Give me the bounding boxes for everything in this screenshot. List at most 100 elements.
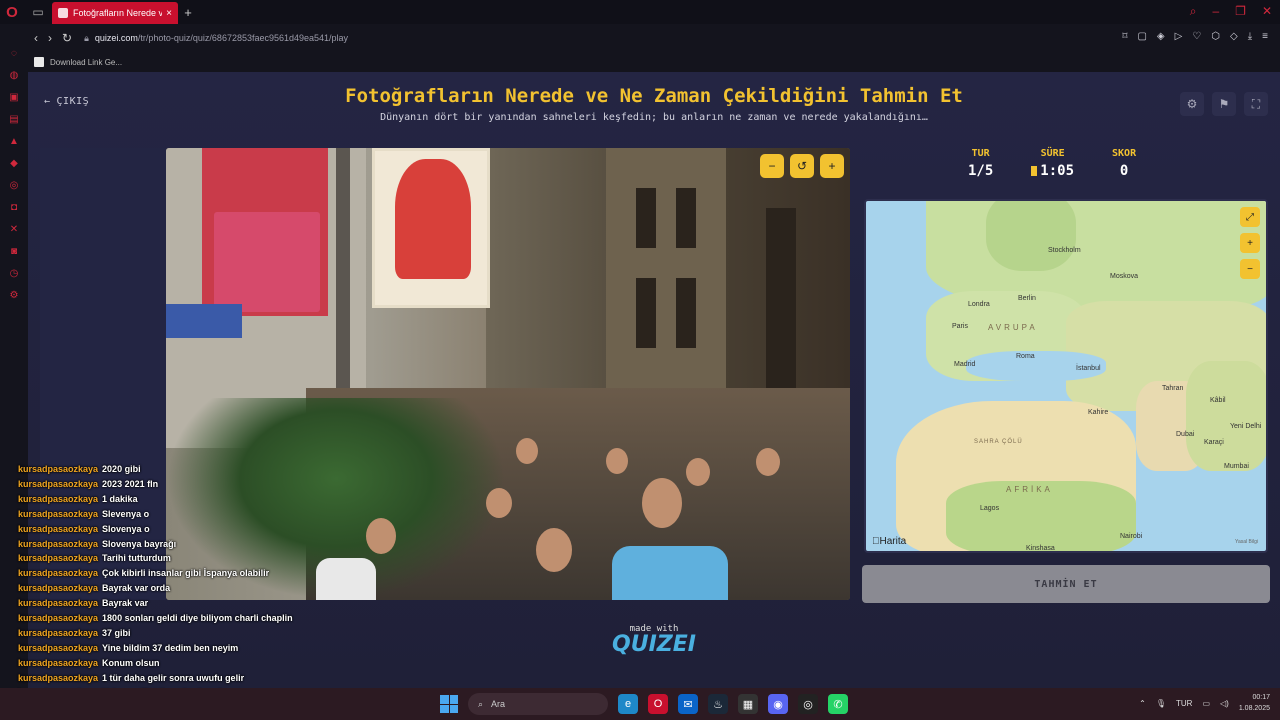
tab-menu-icon[interactable]: ▭	[24, 0, 52, 24]
chat-text: 1 tür daha gelir sonra uwufu gelir	[102, 672, 245, 683]
chat-message: kursadpasaozkaya 1 dakika	[18, 492, 318, 507]
chat-text: 37 gibi	[102, 627, 131, 638]
zoom-out-map-icon[interactable]: −	[1240, 259, 1260, 279]
network-icon[interactable]: ▭	[1202, 699, 1210, 708]
bookmark-icon[interactable]: ⌑	[1122, 31, 1127, 42]
chat-message: kursadpasaozkaya 2023 2021 fln	[18, 477, 318, 492]
score-label: SKOR	[1112, 148, 1137, 159]
settings-icon[interactable]: ⚙	[1180, 92, 1204, 116]
zoom-in-photo-icon[interactable]: +	[820, 154, 844, 178]
zoom-out-photo-icon[interactable]: −	[760, 154, 784, 178]
edge-app-icon[interactable]: e	[618, 694, 638, 714]
map-attribution: Harita	[872, 536, 906, 547]
clock-time: 00:17	[1252, 694, 1270, 701]
chat-overlay: kursadpasaozkaya 2020 gibi kursadpasaozkay…	[18, 462, 318, 715]
taskbar: ⌕ Ara e O ✉ ♨ ▦ ◉ ◎ ✆ ⌃ 🎙︎ TUR ▭ ◁) 00:1…	[0, 688, 1280, 720]
sidebar-settings-icon[interactable]: ⚙	[10, 290, 19, 304]
sidebar-mail-icon[interactable]: ▣	[9, 92, 18, 106]
close-window-button[interactable]: ✕	[1262, 4, 1272, 19]
minimize-button[interactable]: –	[1212, 4, 1219, 19]
sidebar-messenger-icon[interactable]: ◆	[10, 158, 18, 172]
start-button[interactable]	[440, 695, 458, 713]
search-icon[interactable]: ⌕	[1190, 4, 1197, 19]
sidebar-aria-icon[interactable]: ◌	[11, 48, 17, 62]
bookmarks-bar: Download Link Ge...	[0, 52, 1280, 72]
map-legal-link[interactable]: Yasal Bilgi	[1235, 539, 1258, 545]
city-label: İstanbul	[1076, 365, 1101, 372]
sidebar-news-icon[interactable]: ▤	[9, 114, 18, 128]
menu-icon[interactable]: ≡	[1262, 31, 1268, 42]
new-tab-button[interactable]: +	[178, 5, 198, 20]
guess-map[interactable]: ⤢ + − Stockholm Moskova Londra Berlin Pa…	[864, 199, 1268, 553]
opera-logo-icon[interactable]: O	[0, 0, 24, 24]
timer-icon	[1031, 166, 1038, 176]
guess-button[interactable]: TAHMİN ET	[862, 565, 1270, 603]
sidebar-instagram-icon[interactable]: ◘	[11, 202, 17, 216]
terminal-app-icon[interactable]: ▦	[738, 694, 758, 714]
search-placeholder: Ara	[491, 699, 506, 709]
round-label: TUR	[971, 148, 990, 159]
time-value: 1:05	[1040, 163, 1075, 179]
lock-icon: 🔒︎	[84, 32, 89, 43]
sidebar-bag-icon[interactable]: ◍	[10, 70, 19, 84]
sidebar-history-icon[interactable]: ◷	[10, 268, 19, 282]
reload-icon[interactable]: ↻	[62, 31, 72, 45]
heart-icon[interactable]: ♡	[1192, 31, 1201, 42]
back-icon[interactable]: ‹	[34, 31, 38, 45]
chat-username: kursadpasaozkaya	[18, 583, 99, 594]
opera-app-icon[interactable]: O	[648, 694, 668, 714]
zoom-in-map-icon[interactable]: +	[1240, 233, 1260, 253]
chat-username: kursadpasaozkaya	[18, 613, 99, 624]
chat-username: kursadpasaozkaya	[18, 538, 99, 549]
bookmark-item[interactable]: Download Link Ge...	[50, 58, 122, 67]
url-domain: quizei.com	[94, 33, 138, 43]
browser-tab[interactable]: Fotoğrafların Nerede ve Ne ×	[52, 2, 178, 24]
chat-message: kursadpasaozkaya Tarihi tutturdum	[18, 551, 318, 566]
microphone-icon[interactable]: 🎙︎	[1156, 699, 1166, 708]
fullscreen-icon[interactable]: ⛶	[1244, 92, 1268, 116]
region-label: AVRUPA	[988, 323, 1038, 332]
city-label: Dubai	[1176, 431, 1195, 438]
wallet-icon[interactable]: ◇	[1230, 31, 1238, 42]
volume-icon[interactable]: ◁)	[1220, 699, 1229, 708]
clock[interactable]: 00:17 1.08.2025	[1239, 692, 1270, 714]
whatsapp-app-icon[interactable]: ✆	[828, 694, 848, 714]
made-with-badge[interactable]: made with QUIZEI	[612, 624, 696, 657]
url-field[interactable]: 🔒︎ quizei.com/tr/photo-quiz/quiz/6867285…	[84, 33, 348, 44]
sidebar-x-icon[interactable]: ✕	[10, 224, 18, 238]
snapshot-icon[interactable]: ▢	[1137, 31, 1146, 42]
chat-username: kursadpasaozkaya	[18, 464, 99, 474]
discord-app-icon[interactable]: ◉	[768, 694, 788, 714]
sidebar-whatsapp-icon[interactable]: ◎	[10, 180, 19, 194]
city-label: Berlin	[1018, 295, 1036, 302]
chat-message: kursadpasaozkaya 2020 gibi	[18, 462, 318, 477]
maximize-button[interactable]: ❐	[1235, 4, 1246, 19]
city-label: Madrid	[954, 361, 976, 368]
sidebar-flow-icon[interactable]: ▲	[9, 136, 19, 150]
clock-date: 1.08.2025	[1238, 705, 1270, 712]
chat-message: kursadpasaozkaya Çok kibirli insanlar gib…	[18, 566, 318, 581]
reset-photo-icon[interactable]: ↺	[790, 154, 814, 178]
obs-app-icon[interactable]: ◎	[798, 694, 818, 714]
shield-icon[interactable]: ◈	[1157, 31, 1165, 42]
chat-text: Slevenya o	[102, 508, 150, 519]
favicon-icon	[58, 8, 68, 18]
input-language[interactable]: TUR	[1176, 699, 1192, 708]
taskbar-search[interactable]: ⌕ Ara	[468, 693, 608, 715]
chat-message: kursadpasaozkaya Bayrak var	[18, 596, 318, 611]
score-value: 0	[1119, 163, 1129, 179]
close-tab-icon[interactable]: ×	[166, 8, 172, 19]
sidebar-discord-icon[interactable]: ◙	[11, 246, 17, 260]
forward-icon[interactable]: ›	[48, 31, 52, 45]
chat-text: 1800 sonları geldi diye biliyom charli c…	[102, 613, 293, 624]
expand-map-icon[interactable]: ⤢	[1240, 207, 1260, 227]
outlook-app-icon[interactable]: ✉	[678, 694, 698, 714]
play-icon[interactable]: ▷	[1175, 31, 1183, 42]
page-subtitle: Dünyanın dört bir yanından sahneleri keş…	[380, 112, 928, 123]
download-icon[interactable]: ⤓	[1248, 31, 1252, 42]
extensions-icon[interactable]: ⬡	[1211, 31, 1220, 42]
steam-app-icon[interactable]: ♨	[708, 694, 728, 714]
flag-icon[interactable]: ⚑	[1212, 92, 1236, 116]
region-label: SAHRA ÇÖLÜ	[974, 439, 1023, 445]
tray-overflow-icon[interactable]: ⌃	[1139, 699, 1146, 708]
